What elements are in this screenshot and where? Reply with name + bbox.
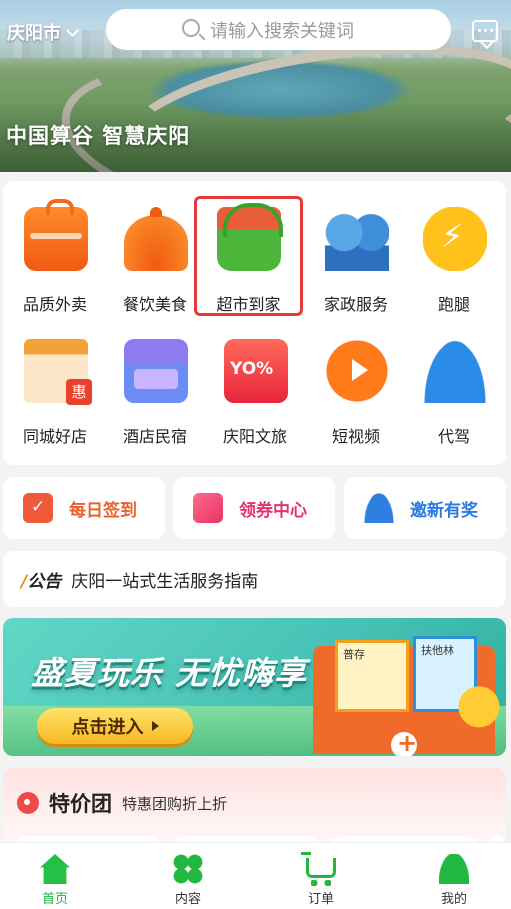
price-tag-icon	[17, 792, 39, 814]
promo-enter-button[interactable]: 点击进入	[37, 708, 193, 744]
service-label: 代驾	[437, 427, 470, 446]
coupon-center-label: 领券中心	[239, 500, 307, 521]
service-short-video[interactable]: 短视频	[308, 331, 404, 446]
daily-checkin-button[interactable]: 每日签到	[3, 477, 165, 539]
service-label: 超市到家	[216, 295, 281, 314]
medical-cross-icon	[391, 729, 417, 756]
tab-content[interactable]: 内容	[133, 843, 243, 909]
service-label: 酒店民宿	[122, 427, 187, 446]
notice-tag: /公告	[21, 571, 62, 592]
tab-orders[interactable]: 订单	[266, 843, 376, 909]
service-errand[interactable]: 跑腿	[406, 199, 502, 314]
chevron-right-icon	[151, 721, 159, 731]
takeout-box-icon	[24, 199, 88, 271]
notice-bar[interactable]: /公告 庆阳一站式生活服务指南	[3, 551, 506, 607]
play-video-icon	[325, 339, 389, 403]
tab-label: 订单	[307, 892, 334, 907]
tab-label: 内容	[174, 892, 201, 907]
service-label: 跑腿	[437, 295, 470, 314]
driver-icon	[423, 339, 487, 403]
promo-title: 盛夏玩乐 无忧嗨享	[31, 654, 308, 692]
chevron-down-icon	[66, 23, 79, 37]
service-supermarket[interactable]: 超市到家	[194, 196, 303, 316]
calendar-check-icon	[23, 493, 53, 523]
promo-banner[interactable]: 盛夏玩乐 无忧嗨享 点击进入 普存 扶他林	[3, 618, 506, 756]
coupon-center-button[interactable]: 领券中心	[173, 477, 335, 539]
mascot-illustration	[457, 686, 501, 738]
errand-runner-icon	[423, 207, 487, 271]
search-input[interactable]: 请输入搜索关键词	[106, 9, 451, 50]
product-card-label: 扶他林	[421, 644, 454, 657]
search-icon	[182, 19, 200, 37]
service-label: 同城好店	[22, 427, 87, 446]
coupon-icon	[193, 493, 223, 523]
services-grid: 品质外卖 餐饮美食 超市到家 家政服务 跑腿 同城好店 酒店民宿 庆阳文旅 短视…	[3, 181, 506, 465]
food-cloche-icon	[124, 207, 188, 271]
product-card-label: 普存	[343, 648, 365, 661]
city-selector[interactable]: 庆阳市	[7, 18, 79, 46]
tab-label: 首页	[41, 892, 68, 907]
tourism-ticket-icon	[224, 339, 288, 403]
service-label: 庆阳文旅	[222, 427, 287, 446]
service-label: 家政服务	[323, 295, 388, 314]
content-grid-icon	[173, 854, 203, 884]
local-shop-icon	[24, 339, 92, 405]
service-takeout[interactable]: 品质外卖	[7, 199, 103, 314]
bottom-tab-bar: 首页 内容 订单 我的	[0, 842, 511, 909]
tab-label: 我的	[440, 892, 467, 907]
notice-text: 庆阳一站式生活服务指南	[71, 571, 259, 592]
service-label: 品质外卖	[22, 295, 87, 314]
service-driver[interactable]: 代驾	[406, 331, 502, 446]
city-name: 庆阳市	[7, 23, 61, 44]
deals-header: 特价团 特惠团购折上折	[17, 788, 227, 818]
service-tourism[interactable]: 庆阳文旅	[207, 331, 303, 446]
service-housekeeping[interactable]: 家政服务	[308, 199, 404, 314]
service-local-shop[interactable]: 同城好店	[7, 331, 103, 446]
deals-subtitle: 特惠团购折上折	[122, 794, 228, 813]
hotel-bed-icon	[124, 339, 188, 403]
search-placeholder: 请输入搜索关键词	[210, 20, 354, 42]
tab-profile[interactable]: 我的	[399, 843, 509, 909]
service-dining[interactable]: 餐饮美食	[107, 199, 203, 314]
invite-user-icon	[364, 493, 394, 523]
invite-reward-label: 邀新有奖	[410, 500, 478, 521]
tab-home[interactable]: 首页	[0, 843, 110, 909]
profile-icon	[439, 854, 469, 884]
grocery-basket-icon	[217, 203, 283, 271]
message-icon[interactable]	[472, 20, 498, 42]
cart-icon	[301, 852, 336, 886]
deals-title: 特价团	[49, 792, 112, 816]
home-icon	[40, 854, 70, 884]
housekeeping-workers-icon	[325, 207, 389, 271]
service-label: 短视频	[331, 427, 380, 446]
service-hotel[interactable]: 酒店民宿	[107, 331, 203, 446]
invite-reward-button[interactable]: 邀新有奖	[344, 477, 506, 539]
hero-slogan: 中国算谷 智慧庆阳	[6, 124, 191, 148]
promo-enter-label: 点击进入	[71, 717, 144, 738]
daily-checkin-label: 每日签到	[69, 500, 137, 521]
service-label: 餐饮美食	[122, 295, 187, 314]
